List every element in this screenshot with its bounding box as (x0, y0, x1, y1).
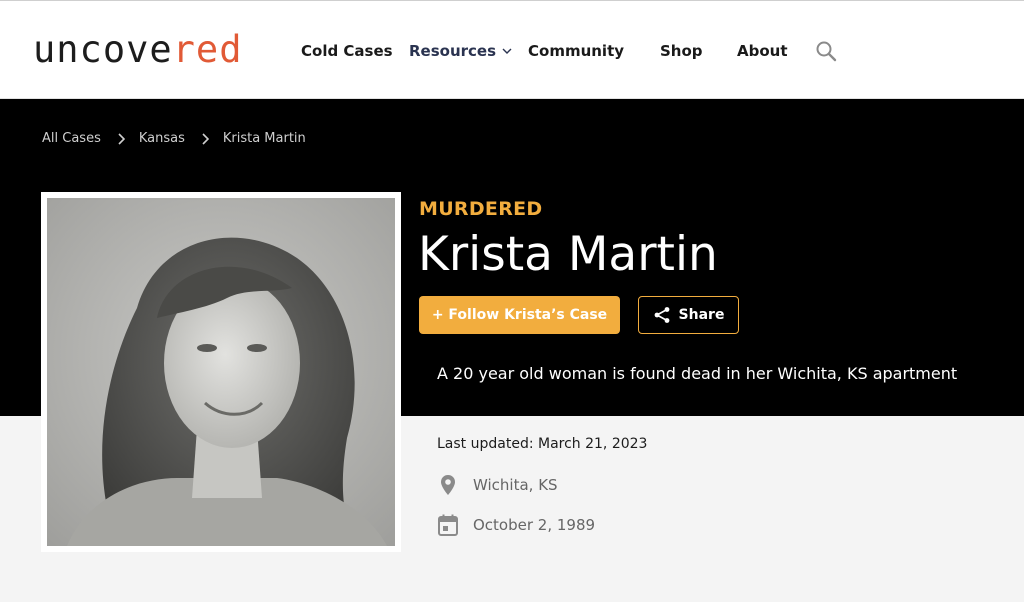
location-pin-icon (437, 473, 459, 497)
chevron-down-icon (502, 48, 512, 54)
case-date-text: October 2, 1989 (473, 516, 596, 534)
breadcrumb-kansas[interactable]: Kansas (139, 131, 185, 146)
last-updated: Last updated: March 21, 2023 (437, 436, 648, 452)
nav-cold-cases[interactable]: Cold Cases (301, 39, 393, 63)
nav-resources-label: Resources (409, 42, 497, 60)
case-date: October 2, 1989 (437, 513, 595, 537)
share-button-label: Share (678, 307, 725, 323)
search-icon[interactable] (815, 40, 837, 62)
case-location: Wichita, KS (437, 473, 558, 497)
nav-resources[interactable]: Resources (409, 39, 512, 63)
victim-photo (47, 198, 395, 546)
victim-photo-frame (41, 192, 401, 552)
logo-accent-text: red (172, 28, 243, 71)
breadcrumb: All Cases Kansas Krista Martin (42, 129, 306, 149)
case-summary: A 20 year old woman is found dead in her… (437, 364, 958, 383)
follow-case-button[interactable]: + Follow Krista’s Case (419, 296, 620, 334)
case-status-label: MURDERED (419, 198, 543, 220)
victim-name: Krista Martin (418, 227, 718, 282)
share-button[interactable]: Share (638, 296, 739, 334)
calendar-icon (437, 513, 459, 537)
case-location-text: Wichita, KS (473, 476, 558, 494)
nav-community[interactable]: Community (528, 39, 624, 63)
chevron-right-icon (202, 132, 209, 145)
chevron-right-icon (118, 132, 125, 145)
nav-shop[interactable]: Shop (660, 39, 703, 63)
share-icon (654, 307, 669, 323)
breadcrumb-all-cases[interactable]: All Cases (42, 131, 101, 146)
logo-text: uncove (33, 28, 173, 71)
breadcrumb-current: Krista Martin (222, 131, 306, 146)
site-logo[interactable]: uncovered (33, 25, 242, 75)
nav-about[interactable]: About (737, 39, 788, 63)
site-header: uncovered Cold Cases Resources Community… (0, 0, 1024, 99)
